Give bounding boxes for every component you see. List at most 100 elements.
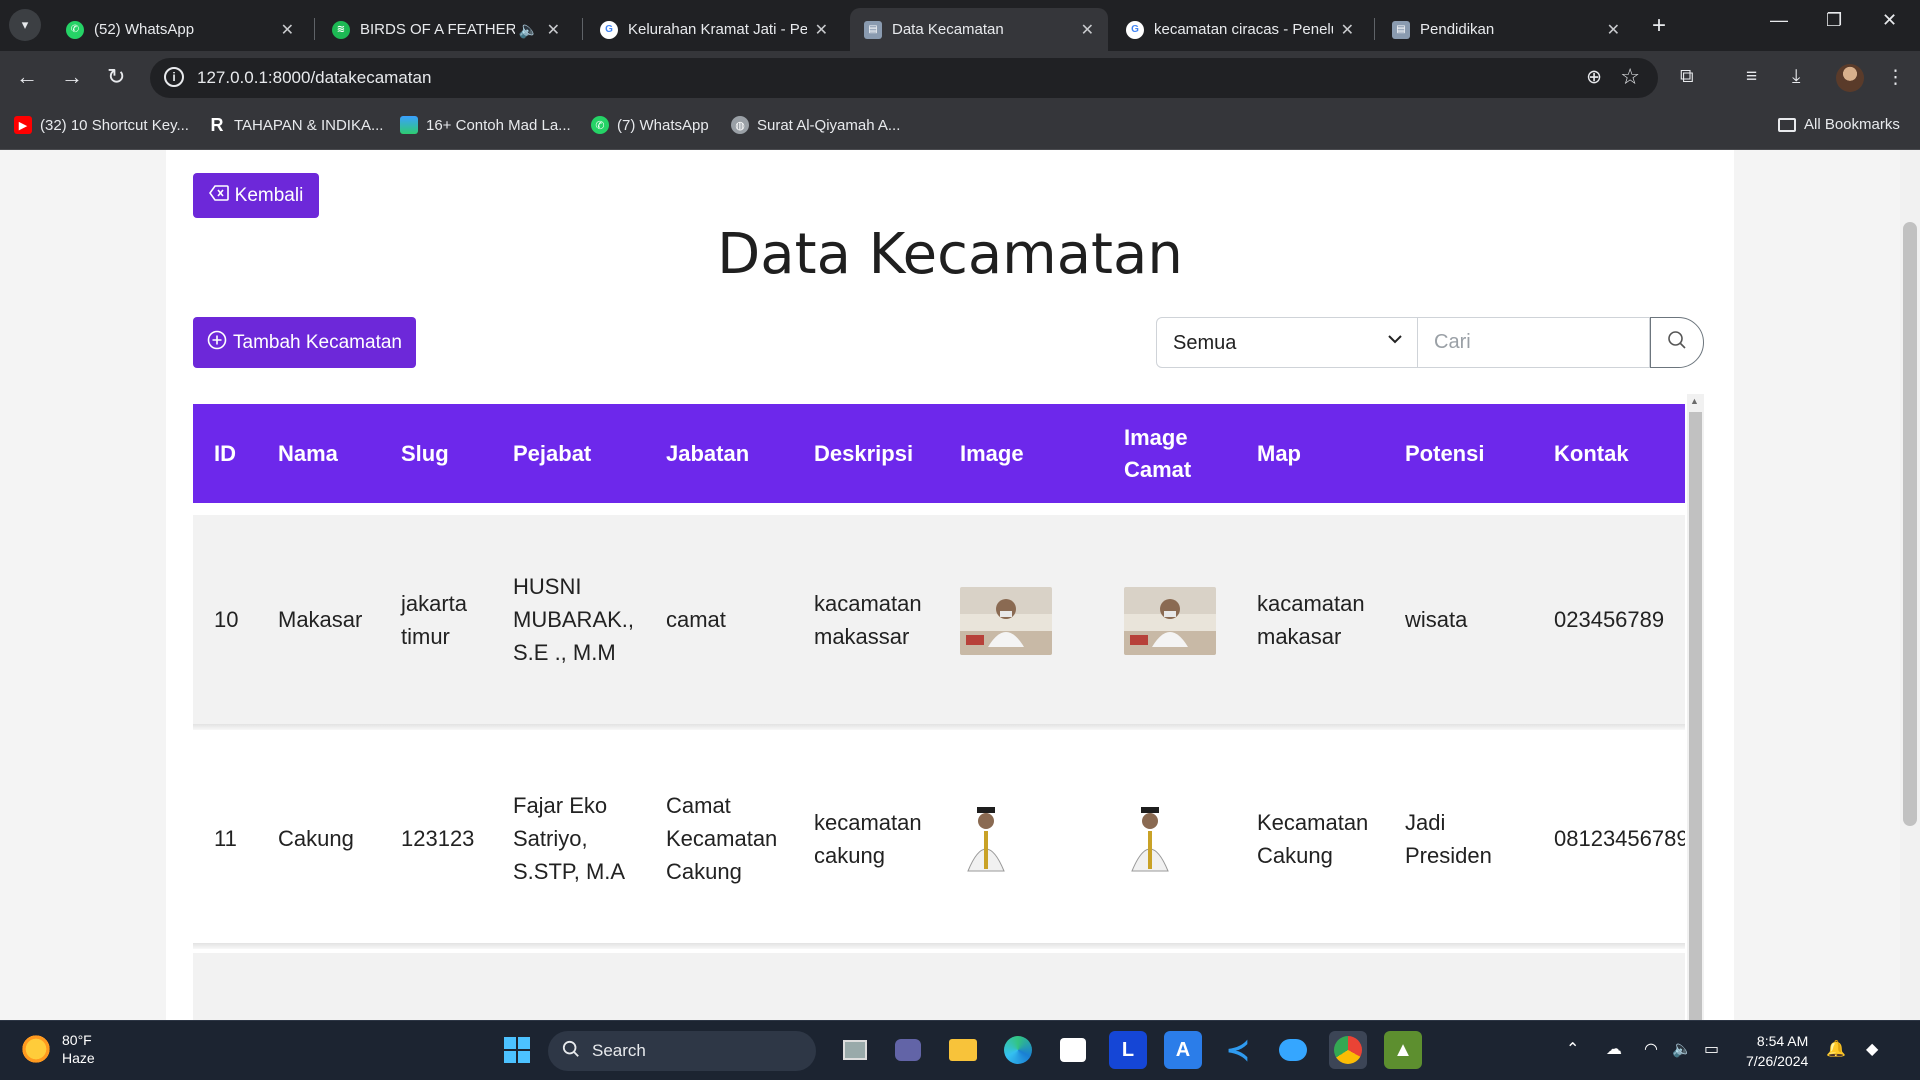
tab-search-button[interactable]: ▾	[9, 9, 41, 41]
close-tab-icon[interactable]: ✕	[281, 20, 294, 40]
file-explorer-icon[interactable]	[944, 1031, 982, 1069]
tab-spotify[interactable]: ≋ BIRDS OF A FEATHER • 🔈 ✕	[318, 8, 574, 51]
kecamatan-image	[960, 803, 1012, 873]
chrome-icon[interactable]	[1329, 1031, 1367, 1069]
volume-icon[interactable]: 🔈	[1672, 1039, 1692, 1059]
bookmark-item[interactable]: ✆ (7) WhatsApp	[591, 116, 709, 134]
tab-pendidikan[interactable]: ▤ Pendidikan ✕	[1378, 8, 1634, 51]
scroll-up-icon[interactable]: ▲	[1690, 396, 1699, 406]
image-icon	[400, 116, 418, 134]
menu-kebab-icon[interactable]: ⋮	[1886, 66, 1905, 89]
google-icon: G	[1126, 20, 1144, 39]
header-id: ID	[214, 440, 236, 466]
whatsapp-icon: ✆	[66, 20, 84, 39]
copilot-icon[interactable]: ◆	[1866, 1039, 1878, 1059]
cell-nama: Makasar	[278, 607, 363, 632]
search-button[interactable]	[1650, 317, 1704, 368]
address-bar[interactable]: i 127.0.0.1:8000/datakecamatan ⊕ ☆	[150, 58, 1658, 98]
download-icon[interactable]: ⤓	[1792, 66, 1800, 88]
table-row: 10 Makasar jakarta timur HUSNI MUBARAK.,…	[193, 515, 1685, 724]
cloud-app-icon[interactable]	[1274, 1031, 1312, 1069]
search-input[interactable]	[1418, 318, 1649, 367]
cell-jabatan: camat	[666, 607, 726, 632]
forward-icon[interactable]: →	[61, 64, 83, 90]
table-row: 11 Cakung 123123 Fajar Eko Satriyo, S.ST…	[193, 734, 1685, 943]
search-field[interactable]	[1418, 317, 1650, 368]
battery-icon[interactable]: ▭	[1704, 1039, 1719, 1059]
edge-icon[interactable]	[999, 1031, 1037, 1069]
filter-select[interactable]: Semua	[1156, 317, 1418, 368]
profile-avatar[interactable]	[1836, 64, 1864, 92]
table-scrollbar[interactable]: ▲	[1687, 394, 1704, 1020]
site-info-icon[interactable]: i	[164, 67, 184, 87]
search-icon	[562, 1040, 580, 1063]
close-tab-icon[interactable]: ✕	[1081, 20, 1094, 40]
cell-nama: Cakung	[278, 826, 354, 851]
add-kecamatan-button[interactable]: Tambah Kecamatan	[193, 317, 416, 368]
all-bookmarks-button[interactable]: All Bookmarks	[1778, 116, 1900, 133]
reload-icon[interactable]: ↻	[107, 64, 125, 90]
new-tab-icon[interactable]: +	[1652, 12, 1666, 40]
plus-circle-icon	[207, 330, 227, 356]
vscode-icon[interactable]: ≺	[1219, 1031, 1257, 1069]
cell-pejabat: Fajar Eko Satriyo, S.STP, M.A	[513, 793, 626, 884]
a-app-icon[interactable]: A	[1164, 1031, 1202, 1069]
bookmark-item[interactable]: ◍ Surat Al-Qiyamah A...	[731, 116, 900, 134]
bookmark-item[interactable]: ▶ (32) 10 Shortcut Key...	[14, 116, 189, 134]
restore-icon[interactable]: ❐	[1826, 10, 1842, 31]
r-logo-icon: R	[210, 114, 224, 135]
cell-id: 11	[214, 826, 237, 851]
tab-strip: ▾ ✆ (52) WhatsApp ✕ ≋ BIRDS OF A FEATHER…	[0, 0, 1920, 51]
back-icon[interactable]: ←	[16, 64, 38, 90]
header-map: Map	[1257, 440, 1301, 466]
bookmark-item[interactable]: 16+ Contoh Mad La...	[400, 116, 571, 134]
zoom-icon[interactable]: ⊕	[1586, 66, 1602, 89]
tab-kecamatan-ciracas[interactable]: G kecamatan ciracas - Penelu ✕	[1112, 8, 1368, 51]
table-row	[193, 953, 1685, 1020]
start-button[interactable]	[498, 1031, 536, 1069]
table-header: ID Nama Slug Pejabat Jabatan Deskripsi I…	[193, 404, 1685, 503]
page-scrollbar[interactable]	[1900, 150, 1920, 1020]
task-view-icon[interactable]	[836, 1031, 874, 1069]
weather-widget[interactable]: 80°F Haze	[20, 1031, 95, 1067]
tab-data-kecamatan[interactable]: ▤ Data Kecamatan ✕	[850, 8, 1108, 51]
close-tab-icon[interactable]: ✕	[1341, 20, 1354, 40]
chevron-down-icon: ▾	[21, 17, 29, 32]
cell-deskripsi: kecamatan cakung	[814, 809, 922, 868]
notification-bell-icon[interactable]: 🔔	[1826, 1039, 1846, 1059]
chart-app-icon[interactable]: ▲	[1384, 1031, 1422, 1069]
media-control-icon[interactable]: ≡	[1746, 66, 1757, 88]
youtube-icon: ▶	[14, 116, 32, 134]
close-tab-icon[interactable]: ✕	[547, 20, 560, 40]
page-viewport: Kembali Data Kecamatan Tambah Kecamatan …	[0, 150, 1920, 1020]
folder-icon	[1778, 117, 1796, 132]
tray-chevron-icon[interactable]: ⌃	[1566, 1039, 1579, 1059]
table-scroll-thumb[interactable]	[1689, 412, 1702, 1020]
camat-image	[1124, 803, 1176, 873]
header-deskripsi: Deskripsi	[814, 440, 914, 466]
store-icon[interactable]	[1054, 1031, 1092, 1069]
bookmark-item[interactable]: R TAHAPAN & INDIKA...	[208, 114, 384, 135]
system-clock[interactable]: 8:54 AM 7/26/2024	[1746, 1031, 1808, 1071]
speaker-icon[interactable]: 🔈	[519, 20, 539, 40]
taskbar-search[interactable]: Search	[548, 1031, 816, 1071]
cell-kontak: 08123456789	[1554, 826, 1685, 851]
onedrive-icon[interactable]: ☁	[1606, 1039, 1622, 1059]
bookmark-star-icon[interactable]: ☆	[1620, 64, 1640, 90]
tab-whatsapp[interactable]: ✆ (52) WhatsApp ✕	[52, 8, 308, 51]
close-tab-icon[interactable]: ✕	[815, 20, 828, 40]
tab-kelurahan[interactable]: G Kelurahan Kramat Jati - Pe ✕	[586, 8, 842, 51]
back-button[interactable]: Kembali	[193, 173, 319, 218]
cell-map: Kecamatan Cakung	[1257, 809, 1369, 868]
close-window-icon[interactable]: ✕	[1882, 10, 1897, 31]
wifi-icon[interactable]: ◠	[1644, 1039, 1658, 1059]
page-icon: ▤	[864, 20, 882, 39]
minimize-icon[interactable]: —	[1770, 10, 1788, 31]
header-potensi: Potensi	[1405, 440, 1485, 466]
page-scroll-thumb[interactable]	[1903, 222, 1917, 826]
chevron-down-icon	[1387, 331, 1403, 352]
extensions-icon[interactable]: ⧉	[1680, 66, 1694, 88]
l-app-icon[interactable]: L	[1109, 1031, 1147, 1069]
meet-icon[interactable]	[889, 1031, 927, 1069]
close-tab-icon[interactable]: ✕	[1607, 20, 1620, 40]
